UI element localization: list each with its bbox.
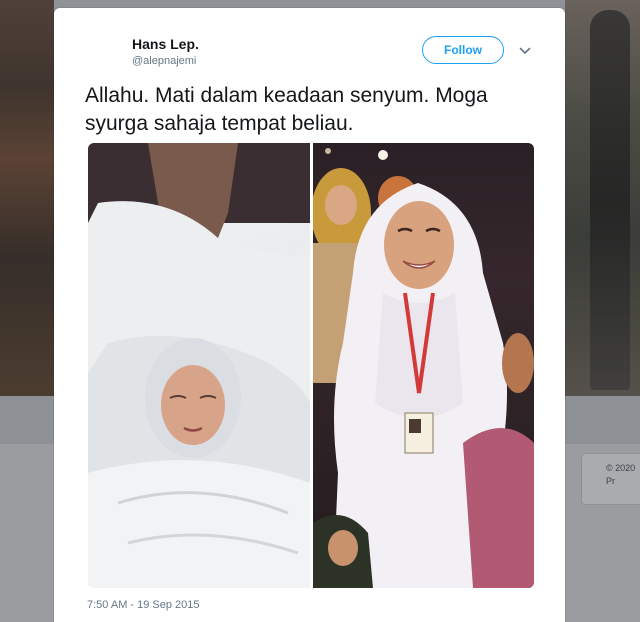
tweet-text: Allahu. Mati dalam keadaan senyum. Moga … <box>85 84 488 135</box>
photo-right[interactable] <box>313 143 534 588</box>
shrouded-face-illustration <box>88 143 310 588</box>
background-photo-left <box>0 0 54 396</box>
author-handle[interactable]: @alepnajemi <box>132 55 196 67</box>
footer-link[interactable]: Pr <box>606 475 640 488</box>
follow-button[interactable]: Follow <box>422 36 504 64</box>
tweet-timestamp[interactable]: 7:50 AM - 19 Sep 2015 <box>87 599 200 611</box>
footer-copyright: © 2020 <box>606 463 636 473</box>
photo-left[interactable] <box>88 143 310 588</box>
smiling-woman-illustration <box>313 148 534 588</box>
background-footer: © 2020 Pr <box>581 453 640 505</box>
chevron-down-icon[interactable] <box>519 46 531 56</box>
tweet-media[interactable] <box>88 143 534 588</box>
author-name[interactable]: Hans Lep. <box>132 36 199 52</box>
tweet-card: Hans Lep. @alepnajemi Follow Allahu. Mat… <box>54 8 565 622</box>
background-person <box>590 10 630 390</box>
